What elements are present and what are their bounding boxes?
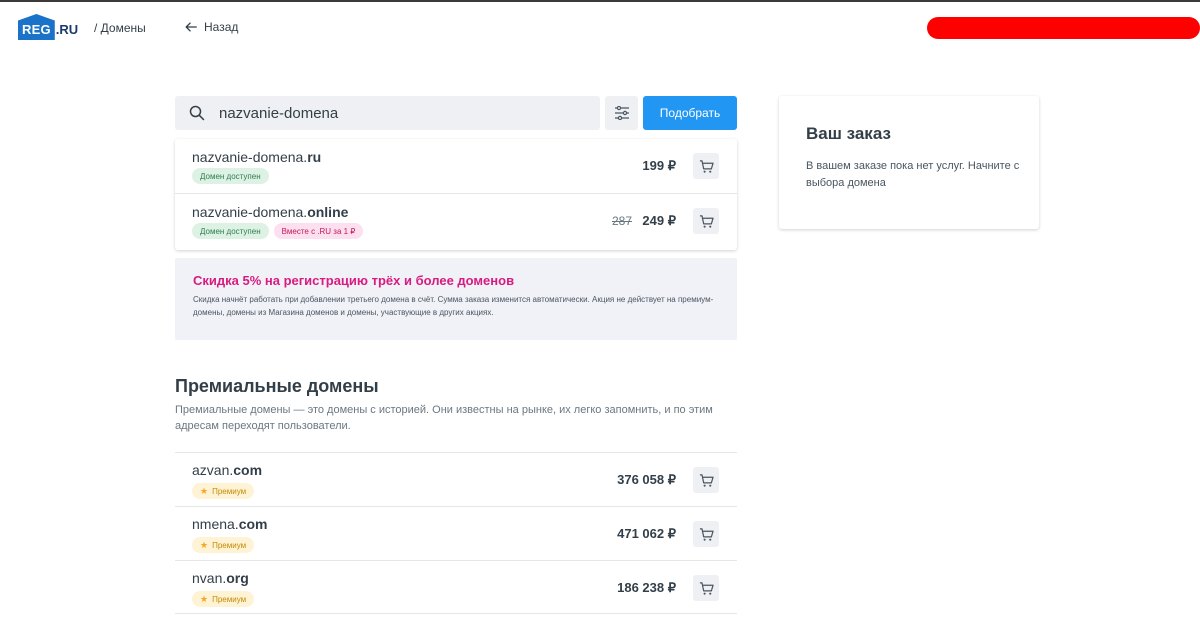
promo-title: Скидка 5% на регистрацию трёх и более до… [193, 273, 515, 288]
domain-price: 471 062 ₽ [617, 526, 676, 541]
add-to-cart-button[interactable] [693, 467, 719, 493]
available-badge: Домен доступен [192, 168, 269, 184]
cart-icon [699, 527, 714, 541]
domain-price: 249 ₽ [642, 213, 676, 228]
filter-button[interactable] [605, 96, 638, 130]
add-to-cart-button[interactable] [693, 575, 719, 601]
badges: Домен доступен Вместе с .RU за 1 ₽ [192, 223, 364, 239]
promo-text: Скидка начнёт работать при добавлении тр… [193, 295, 714, 317]
back-label: Назад [204, 20, 239, 34]
logo-mark: REG [18, 14, 55, 40]
domain-name: azvan.com [192, 462, 263, 478]
filter-icon [614, 106, 629, 120]
cart-icon [699, 581, 714, 595]
star-icon: ★ [200, 539, 209, 550]
star-icon: ★ [200, 593, 209, 604]
cart-icon [699, 159, 714, 173]
domain-name: nvan.org [192, 570, 249, 586]
domain-name: nazvanie-domena.ru [192, 149, 322, 165]
search-results-card: nazvanie-domena.ru Домен доступен 199 ₽ … [175, 139, 737, 250]
back-link[interactable]: Назад [184, 20, 238, 34]
cart-icon [699, 214, 714, 228]
top-border [0, 0, 1200, 2]
badges: Домен доступен [192, 168, 269, 184]
discount-promo-banner: Скидка 5% на регистрацию трёх и более до… [175, 258, 737, 340]
logo-suffix: .RU [55, 22, 79, 37]
reg-ru-logo[interactable]: REG .RU [18, 14, 78, 40]
premium-domain-list: azvan.com ★ Премиум 376 058 ₽ nmena.com ★… [175, 452, 737, 614]
old-price: 287 [611, 214, 632, 228]
premium-badge: ★ Премиум [192, 537, 255, 553]
badges: ★ Премиум [192, 537, 255, 553]
breadcrumb[interactable]: / Домены [94, 21, 146, 35]
add-to-cart-button[interactable] [693, 208, 719, 234]
add-to-cart-button[interactable] [693, 521, 719, 547]
domain-result-row: nazvanie-domena.ru Домен доступен 199 ₽ [175, 139, 737, 194]
premium-badge: ★ Премиум [192, 483, 255, 499]
arrow-left-icon [185, 22, 197, 32]
domain-result-row: nazvanie-domena.online Домен доступен Вм… [175, 194, 737, 249]
domain-search-input[interactable] [219, 104, 579, 122]
order-summary-panel: Ваш заказ В вашем заказе пока нет услуг.… [779, 96, 1039, 229]
cart-icon [699, 473, 714, 487]
domain-price: 199 ₽ [642, 158, 676, 173]
pick-domain-button[interactable]: Подобрать [643, 96, 737, 130]
order-empty-text: В вашем заказе пока нет услуг. Начните с… [806, 160, 1020, 189]
available-badge: Домен доступен [192, 223, 269, 239]
premium-domain-row: nvan.org ★ Премиум 186 238 ₽ [175, 560, 737, 614]
premium-domain-row: nmena.com ★ Премиум 471 062 ₽ [175, 506, 737, 560]
premium-badge: ★ Премиум [192, 591, 255, 607]
bundle-offer-badge: Вместе с .RU за 1 ₽ [273, 223, 364, 239]
badges: ★ Премиум [192, 591, 255, 607]
add-to-cart-button[interactable] [693, 153, 719, 179]
domain-search-box[interactable] [175, 96, 600, 130]
star-icon: ★ [200, 485, 209, 496]
domain-name: nazvanie-domena.online [192, 204, 349, 220]
badges: ★ Премиум [192, 483, 255, 499]
redacted-user-info [927, 17, 1200, 39]
order-title: Ваш заказ [806, 124, 891, 143]
domain-price: 186 238 ₽ [617, 580, 676, 595]
search-icon [189, 105, 205, 121]
premium-section-description: Премиальные домены — это домены с истори… [175, 404, 713, 432]
domain-price: 376 058 ₽ [617, 472, 676, 487]
premium-section-title: Премиальные домены [175, 376, 379, 396]
domain-name: nmena.com [192, 516, 268, 532]
premium-domain-row: azvan.com ★ Премиум 376 058 ₽ [175, 452, 737, 506]
